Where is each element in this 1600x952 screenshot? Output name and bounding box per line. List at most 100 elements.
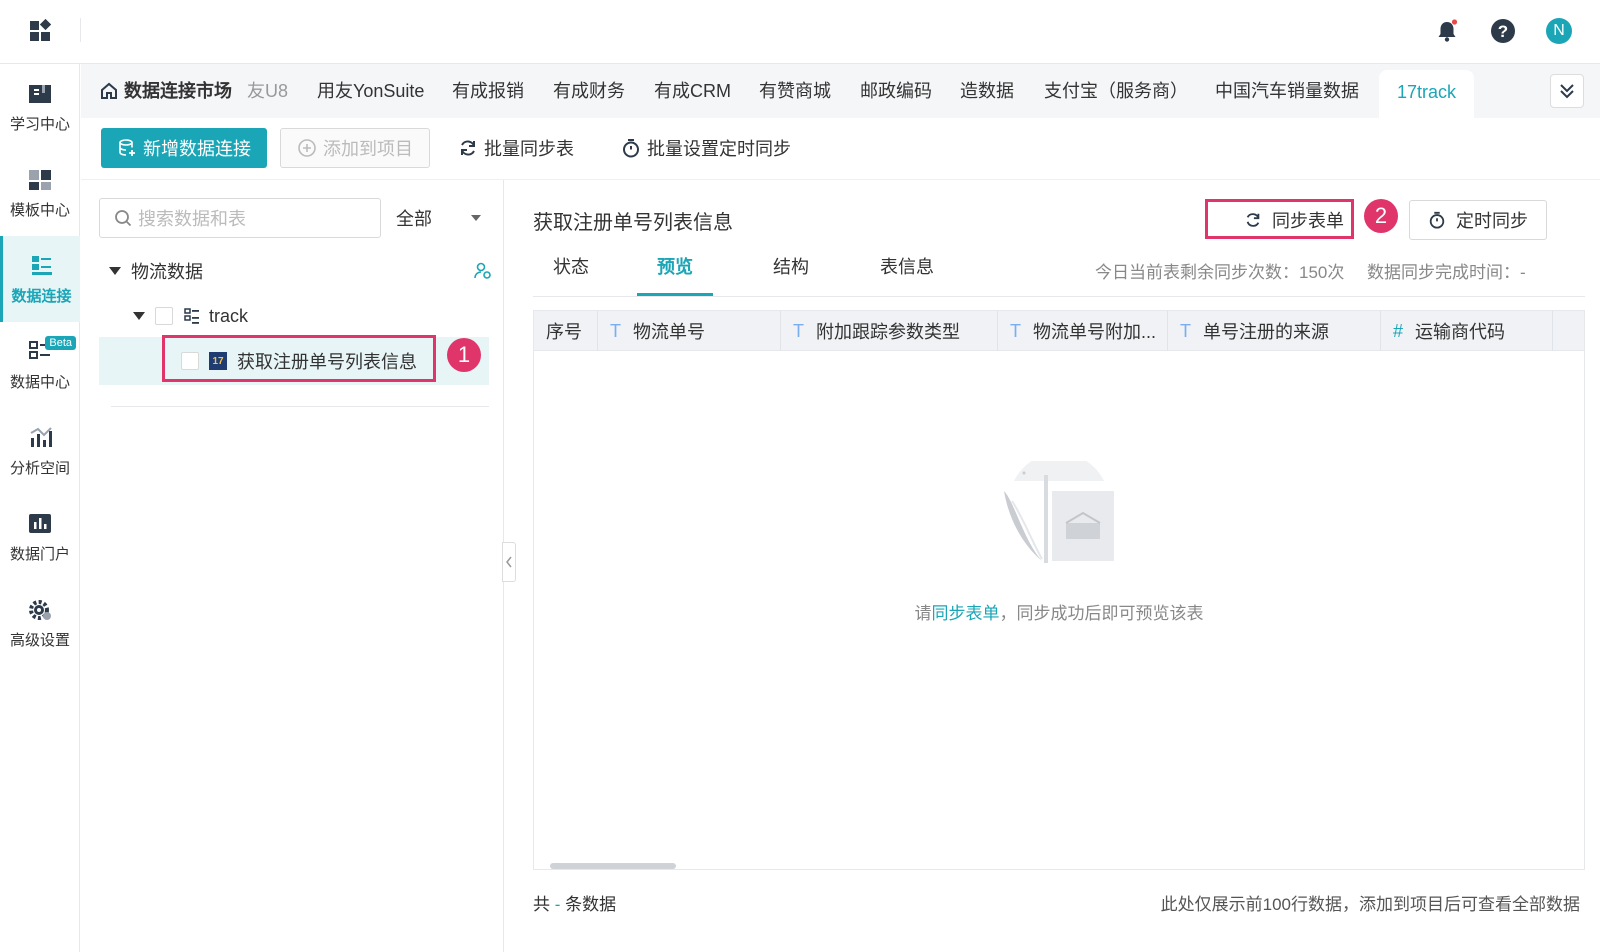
chevron-double-down-icon bbox=[1560, 84, 1574, 99]
template-icon bbox=[29, 169, 51, 190]
horizontal-scrollbar[interactable] bbox=[550, 863, 676, 869]
search-input[interactable]: 搜索数据和表 bbox=[99, 198, 381, 238]
timer-icon bbox=[623, 139, 639, 158]
tree-divider bbox=[111, 406, 489, 407]
number-type-icon: # bbox=[1393, 320, 1404, 341]
data-tree-panel: 搜索数据和表 全部 物流数据 track 17 获取注册单号列表信息 1 bbox=[81, 180, 504, 952]
user-settings-icon[interactable] bbox=[473, 261, 493, 281]
tree-group[interactable]: 物流数据 bbox=[109, 252, 499, 290]
sidebar-item-settings[interactable]: 高级设置 bbox=[0, 580, 80, 666]
column-header[interactable]: T 物流单号 bbox=[598, 311, 781, 351]
tab-table-info[interactable]: 表信息 bbox=[880, 252, 934, 296]
sidebar-item-label: 分析空间 bbox=[9, 459, 70, 477]
app-grid-icon[interactable] bbox=[28, 18, 54, 44]
tab-yonsuite[interactable]: 用友YonSuite bbox=[317, 78, 424, 104]
callout-badge-2: 2 bbox=[1364, 199, 1398, 233]
column-header[interactable]: 序号 bbox=[534, 311, 598, 351]
column-header[interactable]: T 物流单号附加... bbox=[998, 311, 1168, 351]
connection-icon bbox=[184, 308, 199, 324]
column-header[interactable]: T 附加跟踪参数类型 bbox=[781, 311, 998, 351]
tab-caiwu[interactable]: 有成财务 bbox=[553, 78, 625, 104]
preview-table: 序号 T 物流单号 T 附加跟踪参数类型 T 物流单号附加... T 单号注册的… bbox=[533, 310, 1585, 870]
tab-crm[interactable]: 有成CRM bbox=[654, 78, 731, 104]
caret-down-icon bbox=[109, 267, 121, 275]
text-type-icon: T bbox=[1010, 320, 1021, 341]
filter-select[interactable]: 全部 bbox=[396, 198, 491, 238]
tab-17track[interactable]: 17track bbox=[1379, 70, 1475, 118]
filter-value: 全部 bbox=[396, 209, 432, 229]
empty-state-illustration bbox=[1004, 461, 1114, 563]
help-icon[interactable]: ? bbox=[1488, 16, 1518, 46]
batch-schedule-button[interactable]: 批量设置定时同步 bbox=[621, 128, 791, 168]
remaining-sync-count: 今日当前表剩余同步次数：150次 bbox=[1095, 263, 1345, 282]
empty-state: 请同步表单，同步成功后即可预览该表 bbox=[534, 461, 1584, 624]
tab-status[interactable]: 状态 bbox=[553, 252, 589, 296]
schedule-sync-button[interactable]: 定时同步 bbox=[1409, 200, 1547, 240]
home-icon bbox=[101, 82, 117, 99]
add-circle-icon bbox=[298, 139, 316, 157]
user-initial: N bbox=[1553, 22, 1565, 39]
tab-alipay[interactable]: 支付宝（服务商） bbox=[1044, 78, 1188, 104]
tab-baoxiao[interactable]: 有成报销 bbox=[452, 78, 524, 104]
tab-structure[interactable]: 结构 bbox=[773, 252, 809, 296]
tab-youzan[interactable]: 有赞商城 bbox=[759, 78, 831, 104]
beta-badge: Beta bbox=[45, 336, 76, 350]
topbar-divider bbox=[80, 18, 81, 42]
user-avatar[interactable]: N bbox=[1544, 16, 1574, 46]
table-detail-panel: 获取注册单号列表信息 同步表单 2 定时同步 状态 预览 结构 表信息 今日当前… bbox=[505, 180, 1600, 952]
tab-preview[interactable]: 预览 bbox=[637, 252, 713, 296]
search-icon bbox=[115, 210, 132, 227]
tab-mock-data[interactable]: 造数据 bbox=[960, 78, 1014, 104]
tab-postcode[interactable]: 邮政编码 bbox=[860, 78, 932, 104]
sidebar-item-analysis[interactable]: 分析空间 bbox=[0, 408, 80, 494]
sidebar-item-label: 数据中心 bbox=[9, 373, 70, 391]
new-connection-label: 新增数据连接 bbox=[143, 139, 251, 159]
row-count: 共 - 条数据 bbox=[533, 895, 617, 914]
preview-note: 此处仅展示前100行数据，添加到项目后可查看全部数据 bbox=[1160, 895, 1580, 914]
column-header[interactable]: T 单号注册的来源 bbox=[1168, 311, 1381, 351]
empty-state-text: 请同步表单，同步成功后即可预览该表 bbox=[914, 604, 1204, 623]
sidebar: 学习中心 模板中心 数据连接 Beta 数据中心 分析空间 数据门户 高级设置 bbox=[0, 64, 80, 952]
market-tab-bar: 数据连接市场 友U8 用友YonSuite 有成报销 有成财务 有成CRM 有赞… bbox=[81, 64, 1600, 118]
batch-sync-label: 批量同步表 bbox=[484, 139, 574, 159]
sidebar-item-label: 模板中心 bbox=[9, 201, 70, 219]
timer-icon bbox=[1429, 211, 1445, 229]
sync-table-link[interactable]: 同步表单 bbox=[932, 604, 1000, 623]
database-plus-icon bbox=[119, 139, 135, 156]
sidebar-item-label: 数据门户 bbox=[9, 545, 70, 563]
top-bar: ? N bbox=[0, 0, 1600, 64]
tab-home-label: 数据连接市场 bbox=[124, 81, 232, 101]
tab-underline bbox=[533, 296, 1585, 297]
search-placeholder: 搜索数据和表 bbox=[138, 209, 246, 229]
text-type-icon: T bbox=[610, 320, 621, 341]
more-tabs-button[interactable] bbox=[1550, 74, 1584, 108]
callout-badge-1: 1 bbox=[447, 338, 481, 372]
sync-complete-time: 数据同步完成时间：- bbox=[1367, 263, 1526, 282]
tab-home[interactable]: 数据连接市场 bbox=[99, 78, 232, 104]
tree-group-label: 物流数据 bbox=[131, 262, 203, 282]
tab-car-sales[interactable]: 中国汽车销量数据 bbox=[1215, 78, 1359, 104]
portal-icon bbox=[29, 513, 51, 533]
sidebar-item-data-center[interactable]: Beta 数据中心 bbox=[0, 322, 80, 408]
svg-text:?: ? bbox=[1498, 22, 1508, 41]
table-header: 序号 T 物流单号 T 附加跟踪参数类型 T 物流单号附加... T 单号注册的… bbox=[534, 311, 1584, 351]
sidebar-item-data-connection[interactable]: 数据连接 bbox=[0, 236, 80, 322]
schedule-sync-label: 定时同步 bbox=[1456, 211, 1528, 231]
sync-icon bbox=[461, 140, 475, 156]
batch-sync-button[interactable]: 批量同步表 bbox=[458, 128, 574, 168]
analysis-icon bbox=[30, 426, 52, 447]
settings-icon bbox=[29, 599, 51, 620]
sidebar-item-label: 数据连接 bbox=[11, 287, 72, 305]
new-connection-button[interactable]: 新增数据连接 bbox=[101, 128, 267, 168]
sidebar-item-portal[interactable]: 数据门户 bbox=[0, 494, 80, 580]
connection-checkbox[interactable] bbox=[155, 307, 173, 325]
tree-connection[interactable]: track bbox=[133, 297, 523, 335]
sidebar-item-learning[interactable]: 学习中心 bbox=[0, 64, 80, 150]
bell-icon[interactable] bbox=[1432, 16, 1462, 46]
tree-connection-label: track bbox=[209, 305, 249, 326]
batch-schedule-label: 批量设置定时同步 bbox=[647, 139, 791, 159]
column-header[interactable]: # 运输商代码 bbox=[1381, 311, 1553, 351]
add-to-project-button[interactable]: 添加到项目 bbox=[280, 128, 430, 168]
tab-u8[interactable]: 友U8 bbox=[247, 78, 288, 104]
sidebar-item-templates[interactable]: 模板中心 bbox=[0, 150, 80, 236]
